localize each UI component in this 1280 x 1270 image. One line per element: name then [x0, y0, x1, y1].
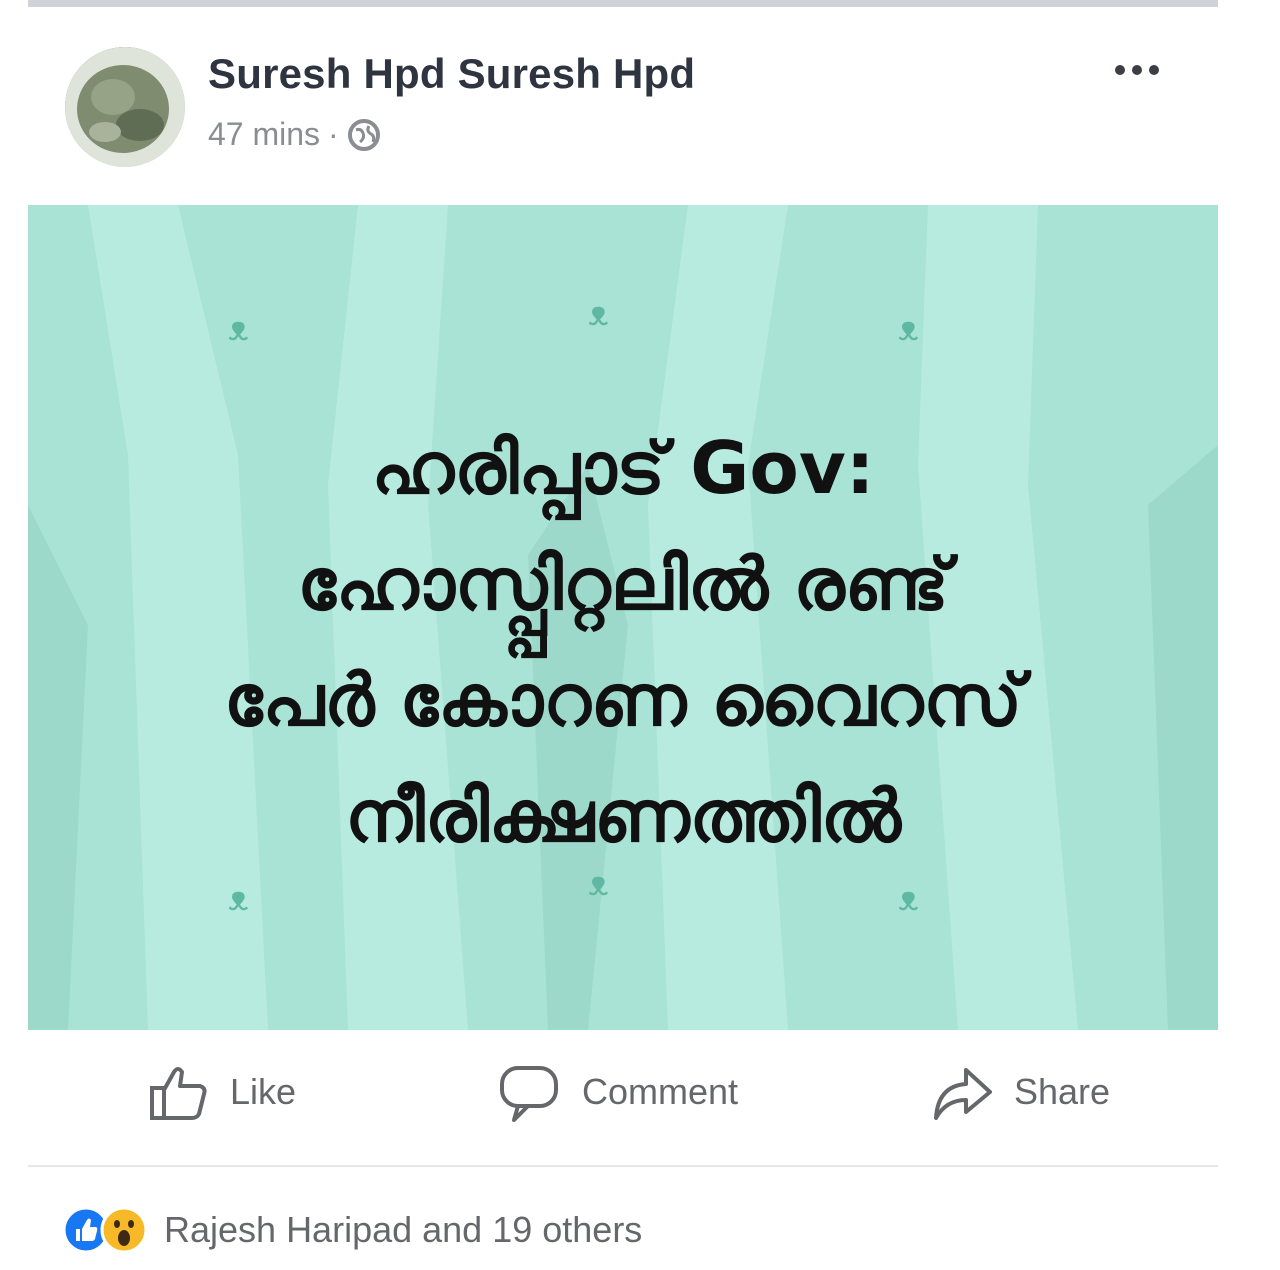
post-image-text: ഹരിപ്പാട് Gov: ഹോസ്പ്പിറ്റലിൽ രണ്ട് പേർ … [28, 410, 1218, 874]
wow-reaction-icon [100, 1206, 148, 1254]
image-text-line: ഹോസ്പ്പിറ്റലിൽ രണ്ട് [297, 542, 949, 626]
post-actions-bar: Like Comment Share [28, 1060, 1218, 1140]
thumbs-up-icon [150, 1067, 207, 1120]
top-divider [28, 0, 1218, 7]
image-text-line: പേർ കോറണ വൈറസ് [223, 658, 1023, 742]
like-label: Like [230, 1071, 297, 1112]
svg-text:ᴥ: ᴥ [898, 879, 919, 919]
svg-text:ᴥ: ᴥ [588, 294, 609, 334]
share-icon [934, 1068, 992, 1120]
svg-text:ᴥ: ᴥ [898, 309, 919, 349]
post-time[interactable]: 47 mins [208, 116, 320, 153]
image-text-line: നീരിക്ഷണത്തിൽ [345, 774, 901, 858]
meta-separator: · [328, 116, 339, 152]
comment-label: Comment [582, 1071, 739, 1112]
comment-button[interactable]: Comment [498, 1060, 738, 1124]
post-meta: 47 mins · [208, 116, 381, 153]
svg-text:ᴥ: ᴥ [228, 309, 249, 349]
more-options-icon [1115, 65, 1159, 75]
reactions-text[interactable]: Rajesh Haripad and 19 others [164, 1209, 642, 1251]
like-button[interactable]: Like [146, 1060, 296, 1124]
post-image[interactable]: ᴥ ᴥ ᴥ ᴥ ᴥ ᴥ ഹരിപ്പാട് Gov: ഹോസ്പ്പിറ്റലി… [28, 205, 1218, 1030]
actions-divider [28, 1165, 1218, 1167]
reactions-summary[interactable]: Rajesh Haripad and 19 others [62, 1205, 642, 1255]
comment-icon [500, 1066, 558, 1122]
globe-icon [347, 118, 381, 152]
share-button[interactable]: Share [930, 1060, 1110, 1124]
share-label: Share [1014, 1071, 1111, 1112]
svg-text:ᴥ: ᴥ [228, 879, 249, 919]
author-name[interactable]: Suresh Hpd Suresh Hpd [208, 50, 695, 98]
more-options-button[interactable] [1110, 50, 1164, 80]
avatar[interactable] [65, 47, 185, 167]
image-text-line: ഹരിപ്പാട് Gov: [371, 426, 875, 510]
reaction-icons [62, 1206, 148, 1254]
